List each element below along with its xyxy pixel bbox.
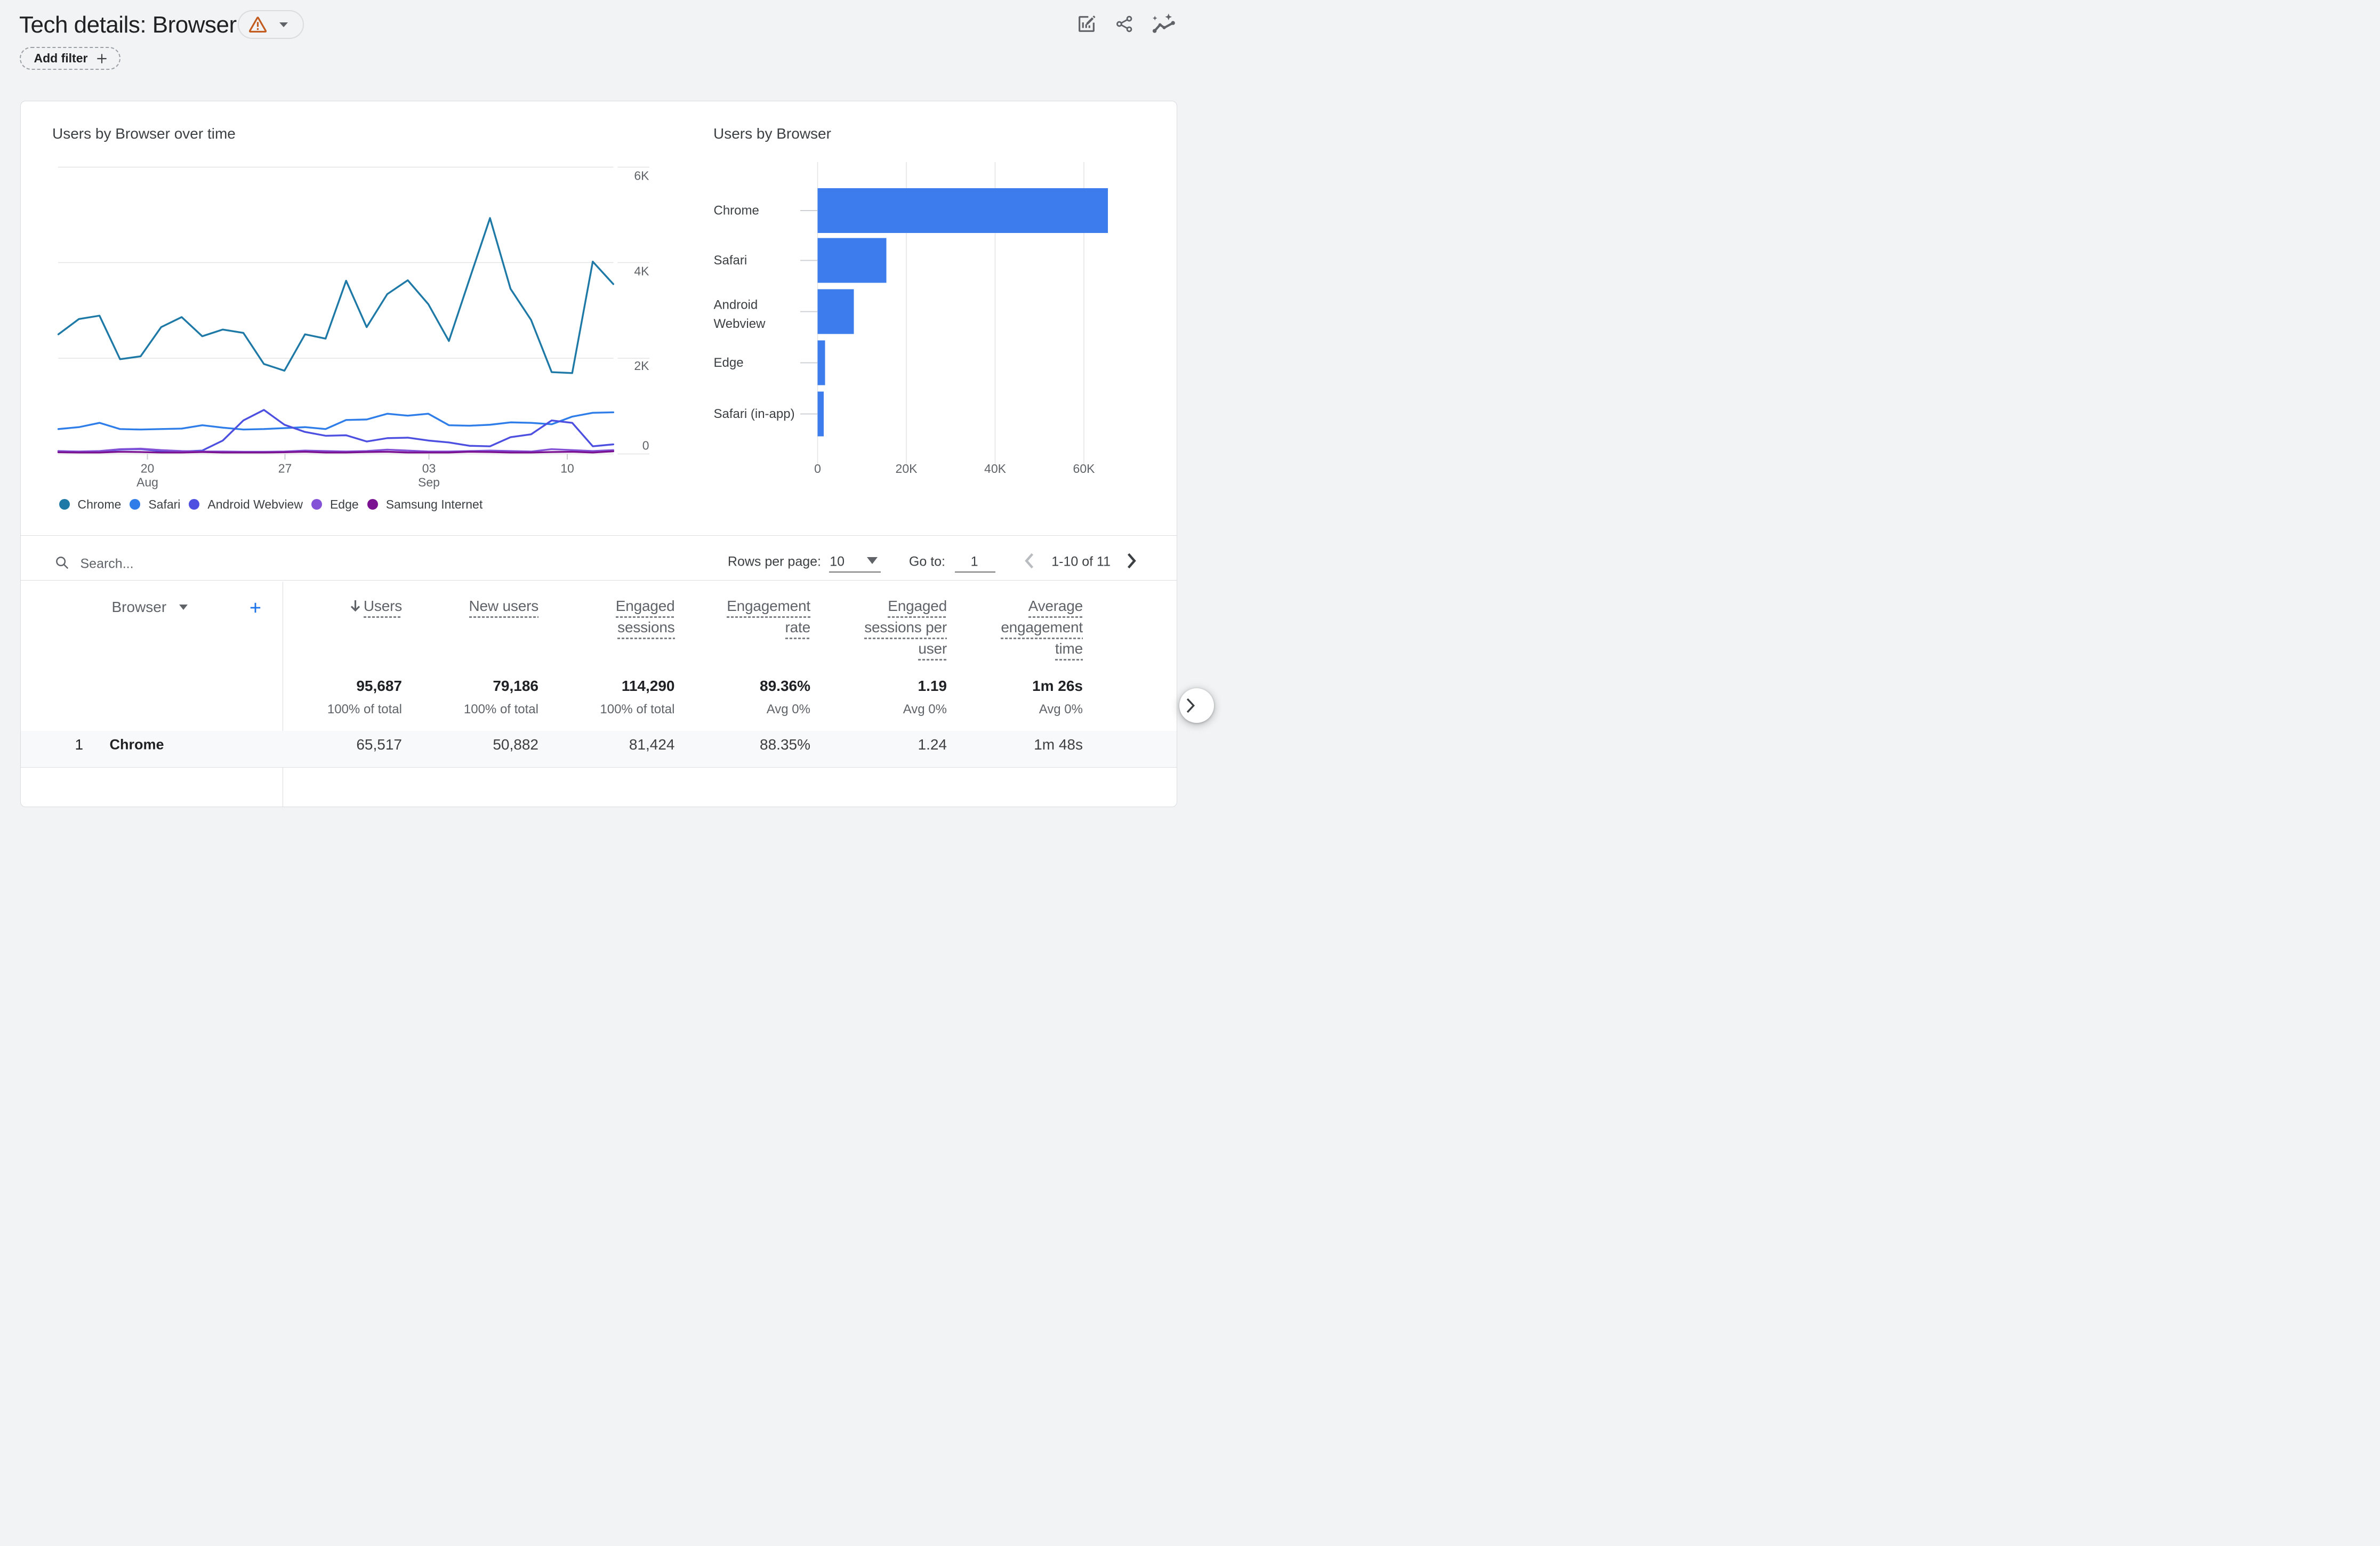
svg-text:20K: 20K — [895, 462, 918, 476]
svg-text:Safari: Safari — [713, 253, 747, 268]
svg-text:10: 10 — [560, 462, 574, 476]
svg-text:2K: 2K — [634, 359, 649, 373]
svg-text:27: 27 — [278, 462, 292, 476]
svg-text:20: 20 — [140, 462, 154, 476]
svg-text:4K: 4K — [634, 264, 649, 278]
svg-text:6K: 6K — [634, 169, 649, 183]
svg-text:40K: 40K — [984, 462, 1007, 476]
svg-text:Safari (in-app): Safari (in-app) — [713, 407, 794, 421]
svg-text:03: 03 — [422, 462, 436, 476]
svg-text:Webview: Webview — [713, 317, 766, 331]
svg-text:0: 0 — [642, 439, 649, 453]
svg-text:Edge: Edge — [713, 356, 743, 370]
svg-text:0: 0 — [814, 462, 821, 476]
svg-text:Sep: Sep — [418, 476, 440, 489]
svg-text:Chrome: Chrome — [713, 204, 759, 218]
svg-text:Android: Android — [713, 298, 758, 312]
svg-text:Aug: Aug — [136, 476, 158, 489]
svg-text:60K: 60K — [1073, 462, 1095, 476]
